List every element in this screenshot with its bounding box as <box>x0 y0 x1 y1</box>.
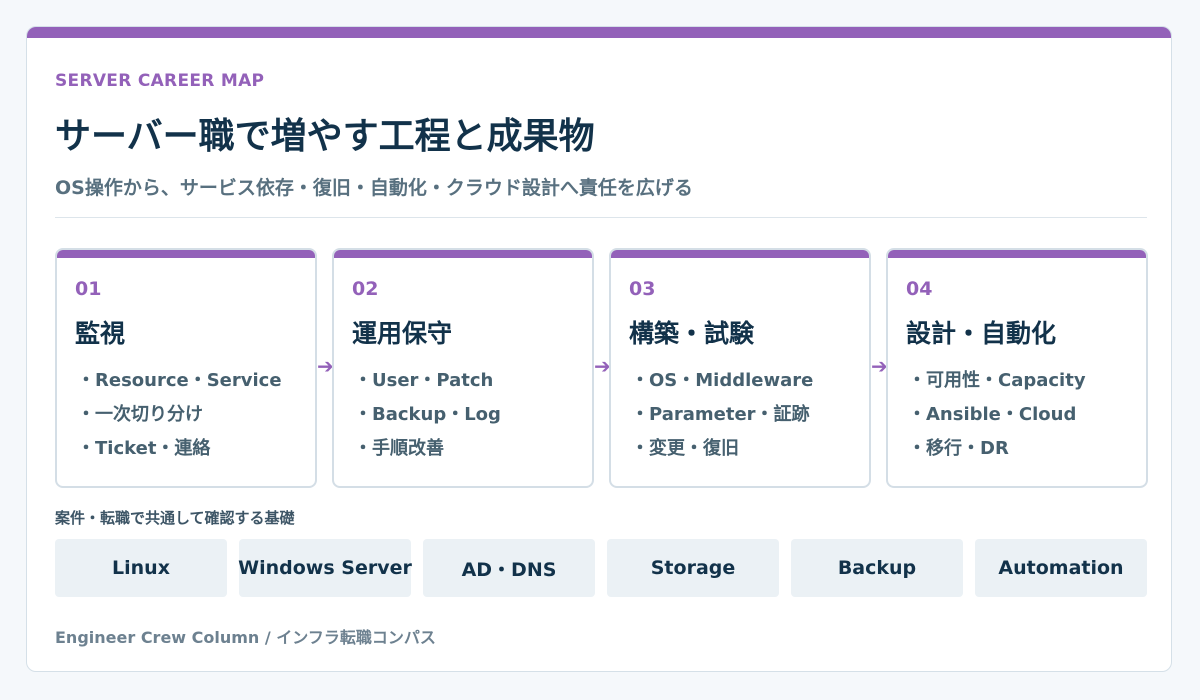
step-item: ・Ticket・連絡 <box>77 438 211 459</box>
step-item: ・Backup・Log <box>354 404 501 425</box>
skill-chip-backup: Backup <box>791 539 963 597</box>
step-item: ・Ansible・Cloud <box>908 404 1077 425</box>
base-skills-label: 案件・転職で共通して確認する基礎 <box>55 509 295 527</box>
skill-chip-ad-dns: AD・DNS <box>423 539 595 597</box>
step-items: ・Resource・Service ・一次切り分け ・Ticket・連絡 <box>77 364 282 466</box>
step-item: ・OS・Middleware <box>631 370 814 391</box>
page-subtitle: OS操作から、サービス依存・復旧・自動化・クラウド設計へ責任を広げる <box>55 177 693 199</box>
step-item: ・可用性・Capacity <box>908 370 1086 391</box>
step-accent-bar <box>334 250 592 258</box>
step-item: ・手順改善 <box>354 438 444 459</box>
eyebrow-label: SERVER CAREER MAP <box>55 71 265 91</box>
step-item: ・User・Patch <box>354 370 494 391</box>
steps-row: 01 監視 ・Resource・Service ・一次切り分け ・Ticket・… <box>55 248 1148 488</box>
step-card-build-test: 03 構築・試験 ・OS・Middleware ・Parameter・証跡 ・変… <box>609 248 871 488</box>
step-items: ・User・Patch ・Backup・Log ・手順改善 <box>354 364 501 466</box>
step-number: 04 <box>906 278 933 300</box>
step-items: ・可用性・Capacity ・Ansible・Cloud ・移行・DR <box>908 364 1086 466</box>
step-card-design-automation: 04 設計・自動化 ・可用性・Capacity ・Ansible・Cloud ・… <box>886 248 1148 488</box>
step-card-operations: 02 運用保守 ・User・Patch ・Backup・Log ・手順改善 <box>332 248 594 488</box>
step-item: ・一次切り分け <box>77 404 203 425</box>
step-number: 03 <box>629 278 656 300</box>
step-accent-bar <box>611 250 869 258</box>
step-items: ・OS・Middleware ・Parameter・証跡 ・変更・復旧 <box>631 364 813 466</box>
step-accent-bar <box>57 250 315 258</box>
step-title: 構築・試験 <box>629 319 755 348</box>
step-item: ・Parameter・証跡 <box>631 404 810 425</box>
step-item: ・Resource・Service <box>77 370 282 391</box>
skill-chip-storage: Storage <box>607 539 779 597</box>
step-number: 02 <box>352 278 379 300</box>
step-card-monitoring: 01 監視 ・Resource・Service ・一次切り分け ・Ticket・… <box>55 248 317 488</box>
step-item: ・変更・復旧 <box>631 438 739 459</box>
career-map-card: SERVER CAREER MAP サーバー職で増やす工程と成果物 OS操作から… <box>26 26 1172 672</box>
accent-top-bar <box>27 27 1171 38</box>
skill-chip-windows-server: Windows Server <box>238 539 412 597</box>
step-title: 運用保守 <box>352 319 453 348</box>
step-accent-bar <box>888 250 1146 258</box>
skill-chip-linux: Linux <box>55 539 227 597</box>
skill-chip-automation: Automation <box>975 539 1147 597</box>
step-number: 01 <box>75 278 102 300</box>
header-divider <box>55 217 1147 218</box>
step-title: 監視 <box>75 319 126 348</box>
step-title: 設計・自動化 <box>906 319 1057 348</box>
footer-credit: Engineer Crew Column / インフラ転職コンパス <box>55 628 436 647</box>
page-title: サーバー職で増やす工程と成果物 <box>55 116 595 157</box>
base-skill-chips: Linux Windows Server AD・DNS Storage Back… <box>55 539 1147 597</box>
step-item: ・移行・DR <box>908 438 1009 459</box>
